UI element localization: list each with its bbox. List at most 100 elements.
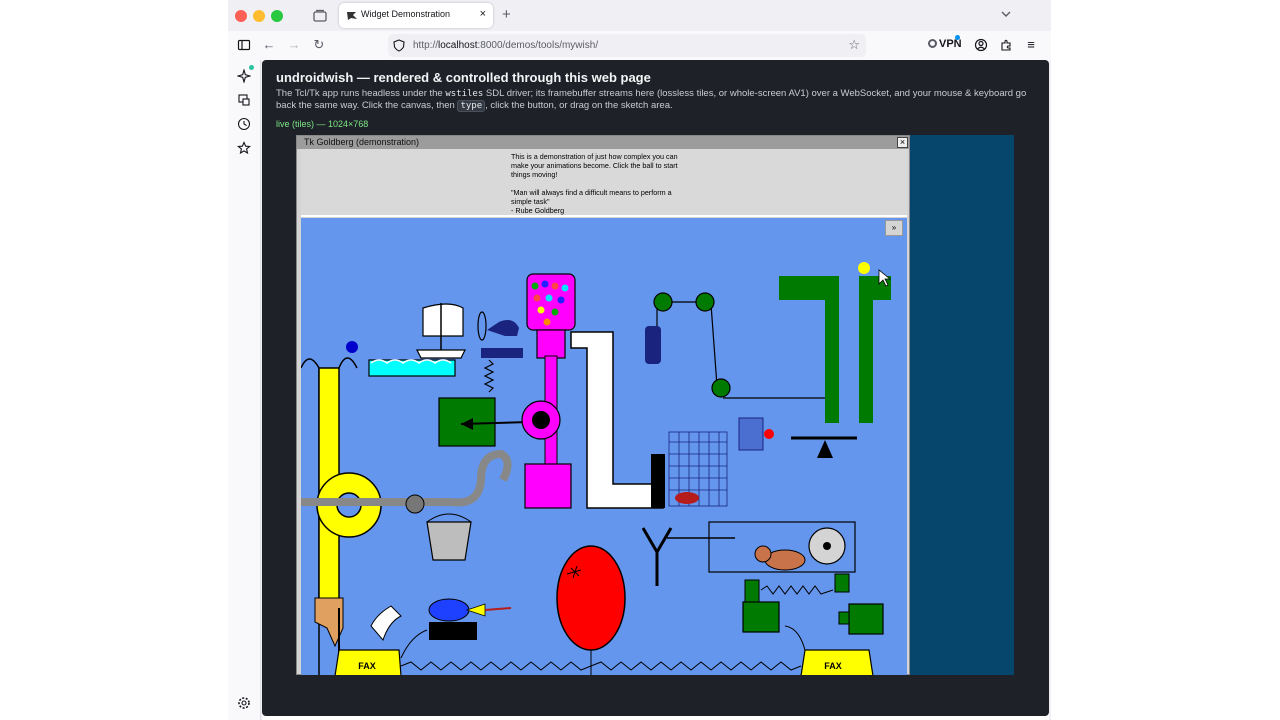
message-line: simple task" (511, 197, 550, 206)
motor-plug (838, 611, 850, 625)
page-content: undroidwish — rendered & controlled thro… (262, 60, 1049, 720)
cat-spring (760, 585, 834, 595)
page-description: The Tcl/Tk app runs headless under the w… (276, 88, 1027, 112)
start-ball (858, 262, 870, 274)
gumball-neck (536, 329, 566, 359)
white-tube (370, 605, 402, 641)
hanging-weight (645, 326, 661, 364)
green-box (834, 573, 850, 593)
fax-label-left: FAX (358, 661, 376, 671)
boat-sail (422, 303, 464, 337)
gumball (551, 282, 559, 290)
message-line: "Man will always find a difficult means … (511, 188, 672, 197)
spring (483, 359, 495, 393)
history-clock-icon[interactable] (237, 117, 251, 131)
cat-head (754, 545, 772, 563)
synced-tabs-icon[interactable] (237, 93, 251, 107)
mesh-box (738, 417, 764, 451)
gumball (537, 306, 545, 314)
browser-window: Widget Demonstration × + ← → ↻ http://lo… (228, 0, 1051, 720)
new-tab-button[interactable]: + (502, 6, 511, 23)
tab-bar: Widget Demonstration × + (228, 0, 1051, 31)
code-type: type (457, 100, 486, 112)
slingshot (641, 527, 673, 555)
back-button[interactable]: ← (262, 38, 276, 52)
tk-feather-icon (347, 12, 357, 20)
fax-label-right: FAX (824, 661, 842, 671)
water-tank (368, 359, 456, 377)
shield-icon[interactable] (393, 39, 405, 52)
reload-button[interactable]: ↻ (312, 38, 326, 52)
pulley-rope (710, 303, 718, 387)
red-balloon (556, 545, 626, 651)
vpn-status-badge (955, 35, 960, 40)
fan-blade (477, 311, 487, 341)
gumball (541, 280, 549, 288)
extensions-icon[interactable] (999, 38, 1013, 52)
dart (484, 607, 512, 611)
settings-gear-icon[interactable] (237, 696, 251, 710)
blue-ball (346, 341, 358, 353)
tk-window-title: Tk Goldberg (demonstration) (304, 137, 420, 147)
tk-titlebar[interactable]: Tk Goldberg (demonstration) × (297, 136, 909, 149)
forward-button[interactable]: → (287, 38, 301, 52)
message-line: things moving! (511, 170, 558, 179)
grey-pipe-bend (450, 449, 512, 507)
gumball-globe (526, 273, 576, 331)
window-maximize-button[interactable] (271, 10, 283, 22)
zigzag-wire (400, 661, 802, 671)
page-title: undroidwish — rendered & controlled thro… (276, 70, 651, 85)
valve (405, 494, 425, 514)
fax-cord (784, 625, 806, 651)
bird-beak (465, 603, 486, 617)
url-text[interactable]: http://localhost:8000/demos/tools/mywish… (413, 40, 598, 51)
pulley-wheel (653, 292, 673, 312)
blower-base (481, 348, 523, 358)
left-tube-outline (301, 358, 320, 675)
pulley-wheel (711, 378, 731, 398)
notification-dot (249, 65, 254, 70)
bucket-handle (426, 513, 472, 523)
blue-blower (487, 320, 519, 336)
app-menu-icon[interactable]: ≡ (1024, 38, 1038, 52)
gumball (561, 284, 569, 292)
tab-list-icon[interactable] (312, 8, 328, 24)
blue-bird (428, 598, 470, 622)
gumball (557, 296, 565, 304)
step-button[interactable]: » (885, 220, 903, 236)
wheel-hub (823, 542, 831, 550)
message-line: - Rube Goldberg (511, 206, 565, 215)
ai-sparkle-icon[interactable] (237, 69, 251, 83)
browser-sidebar (228, 60, 261, 720)
chute-stopper (651, 454, 665, 508)
window-close-button[interactable] (235, 10, 247, 22)
url-bar[interactable]: http://localhost:8000/demos/tools/mywish… (388, 34, 866, 57)
gumball (531, 282, 539, 290)
bucket (426, 521, 472, 561)
navigation-toolbar: ← → ↻ http://localhost:8000/demos/tools/… (228, 31, 1051, 60)
remote-canvas[interactable]: Tk Goldberg (demonstration) × This is a … (296, 135, 1014, 675)
mouse (675, 492, 699, 504)
bookmark-star-icon[interactable]: ☆ (848, 37, 860, 53)
message-line: make your animations become. Click the b… (511, 161, 678, 170)
sidebar-toggle-icon[interactable] (237, 38, 251, 52)
green-frame-right (859, 276, 891, 423)
red-ball (764, 429, 774, 439)
tab-widget-demonstration[interactable]: Widget Demonstration × (339, 3, 493, 28)
green-box (744, 579, 760, 603)
black-block (429, 622, 477, 640)
code-wstiles: wstiles (445, 89, 484, 99)
message-line: This is a demonstration of just how comp… (511, 152, 678, 161)
window-minimize-button[interactable] (253, 10, 265, 22)
bookmarks-star-icon[interactable] (237, 141, 251, 155)
seesaw-fulcrum (817, 440, 833, 458)
tab-close-icon[interactable]: × (480, 8, 486, 20)
chevron-down-icon[interactable] (999, 7, 1013, 21)
tab-title: Widget Demonstration (361, 9, 451, 19)
gumball (551, 308, 559, 316)
account-icon[interactable] (974, 38, 988, 52)
goldberg-scene[interactable]: FAX FAX » (301, 218, 907, 675)
tk-close-button[interactable]: × (897, 137, 908, 148)
connection-status: live (tiles) — 1024×768 (276, 119, 369, 129)
tk-goldberg-window: Tk Goldberg (demonstration) × This is a … (296, 135, 910, 675)
